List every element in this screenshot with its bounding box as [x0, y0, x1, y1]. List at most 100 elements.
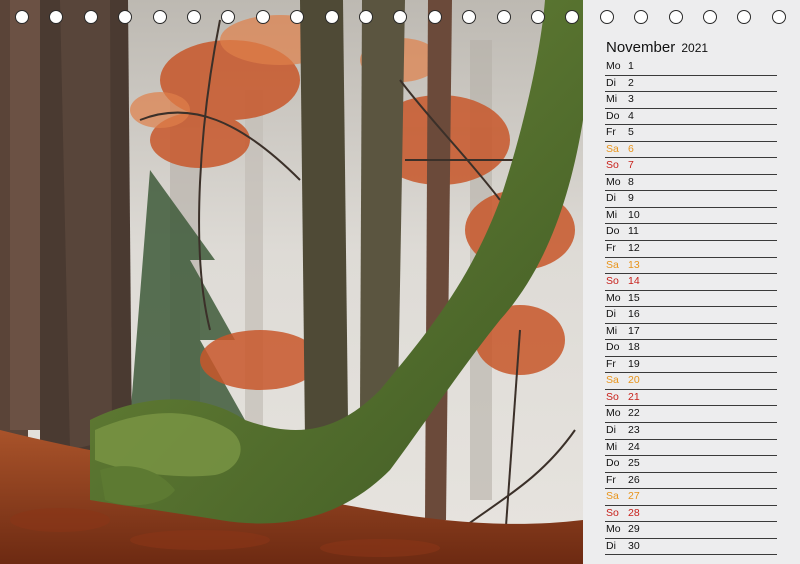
- day-number: 4: [628, 109, 634, 122]
- weekday-label: Di: [606, 192, 616, 205]
- day-row: Do 11: [605, 224, 777, 242]
- weekday-label: Fr: [606, 126, 616, 139]
- day-number: 16: [628, 308, 640, 321]
- binding-ring-icon: [565, 10, 580, 24]
- weekday-label: Di: [606, 308, 616, 321]
- day-number: 25: [628, 457, 640, 470]
- day-row: Di 16: [605, 307, 777, 324]
- day-number: 22: [628, 407, 640, 420]
- day-row: Sa 13: [605, 258, 777, 275]
- binding-ring-icon: [668, 10, 683, 24]
- weekday-label: Di: [606, 424, 616, 437]
- binding-ring-icon: [462, 10, 477, 24]
- binding-ring-icon: [290, 10, 305, 24]
- day-number: 20: [628, 374, 640, 387]
- day-number: 30: [628, 539, 640, 552]
- day-row: Mi 3: [605, 92, 777, 109]
- weekday-label: Fr: [606, 357, 616, 370]
- day-row: Fr 26: [605, 473, 777, 490]
- weekday-label: Do: [606, 109, 620, 122]
- binding-ring-icon: [531, 10, 545, 24]
- day-row: Mo 29: [605, 522, 777, 539]
- day-number: 5: [628, 126, 634, 139]
- day-row: Sa 6: [605, 142, 777, 159]
- day-row: Mo 8: [605, 175, 777, 192]
- day-number: 12: [628, 242, 640, 255]
- day-row: Mi 24: [605, 440, 777, 457]
- binding-ring-icon: [49, 10, 64, 24]
- weekday-label: Mo: [606, 523, 621, 536]
- month-name: November: [606, 39, 676, 56]
- day-number: 18: [628, 341, 640, 354]
- weekday-label: Sa: [606, 142, 619, 155]
- day-number: 28: [628, 506, 640, 519]
- binding-ring-icon: [393, 10, 408, 24]
- weekday-label: Mo: [606, 407, 621, 420]
- weekday-label: So: [606, 506, 619, 519]
- day-number: 8: [628, 175, 634, 188]
- spiral-binding: [0, 0, 800, 34]
- binding-ring-icon: [255, 10, 270, 24]
- day-number: 21: [628, 390, 640, 403]
- day-number: 14: [628, 275, 640, 288]
- year-label: 2021: [681, 41, 709, 55]
- weekday-label: Mi: [606, 93, 618, 106]
- weekday-label: Do: [606, 341, 620, 354]
- binding-ring-icon: [496, 10, 511, 24]
- weekday-label: Mo: [606, 60, 621, 72]
- weekday-label: Mo: [606, 291, 621, 304]
- day-row: Mo 22: [605, 406, 777, 424]
- weekday-label: Fr: [606, 473, 616, 486]
- day-row: Mo 1: [605, 59, 777, 76]
- weekday-label: Di: [606, 539, 616, 552]
- binding-ring-icon: [187, 10, 201, 24]
- day-row: Fr 12: [605, 241, 777, 258]
- day-row: Fr 19: [605, 357, 777, 374]
- day-row: Sa 20: [605, 373, 777, 390]
- weekday-label: Di: [606, 76, 616, 89]
- day-number: 19: [628, 357, 640, 370]
- month-title: November 2021: [606, 39, 708, 56]
- day-row: So 21: [605, 390, 777, 407]
- day-number: 24: [628, 440, 640, 453]
- day-row: So 7: [605, 158, 777, 175]
- weekday-label: So: [606, 159, 619, 172]
- day-number: 9: [628, 192, 634, 205]
- day-number: 10: [628, 208, 640, 221]
- day-number: 2: [628, 76, 634, 89]
- day-number: 3: [628, 93, 634, 106]
- day-row: Di 30: [605, 539, 777, 556]
- binding-ring-icon: [771, 10, 786, 24]
- day-list: Mo 1 Di 2 Mi 3 Do 4 Fr 5 Sa 6 So 7 Mo 8 Di 9 Mi 10 Do 11 Fr 12 S…: [605, 59, 777, 556]
- weekday-label: Fr: [606, 242, 616, 255]
- day-row: Mi 10: [605, 208, 777, 225]
- day-row: Di 23: [605, 423, 777, 440]
- weekday-label: Mi: [606, 440, 618, 453]
- binding-ring-icon: [703, 10, 717, 24]
- day-number: 27: [628, 490, 640, 503]
- forest-illustration: [0, 0, 583, 564]
- day-row: Do 25: [605, 456, 777, 473]
- weekday-label: Do: [606, 225, 620, 238]
- binding-ring-icon: [427, 10, 442, 24]
- day-number: 11: [628, 225, 639, 238]
- weekday-label: So: [606, 390, 619, 403]
- day-row: Mi 17: [605, 324, 777, 341]
- weekday-label: Sa: [606, 490, 619, 503]
- day-number: 29: [628, 523, 640, 536]
- day-row: Fr 5: [605, 125, 777, 142]
- binding-ring-icon: [15, 10, 29, 24]
- weekday-label: Sa: [606, 374, 619, 387]
- day-row: Do 18: [605, 340, 777, 357]
- day-row: Sa 27: [605, 489, 777, 506]
- day-number: 13: [628, 258, 640, 271]
- weekday-label: Do: [606, 457, 620, 470]
- day-number: 17: [628, 324, 640, 337]
- day-number: 26: [628, 473, 640, 486]
- forest-photo: [0, 0, 583, 564]
- day-row: So 14: [605, 274, 777, 291]
- binding-ring-icon: [634, 10, 649, 24]
- day-row: Di 2: [605, 76, 777, 93]
- day-row: Mo 15: [605, 291, 777, 308]
- day-number: 7: [628, 159, 634, 172]
